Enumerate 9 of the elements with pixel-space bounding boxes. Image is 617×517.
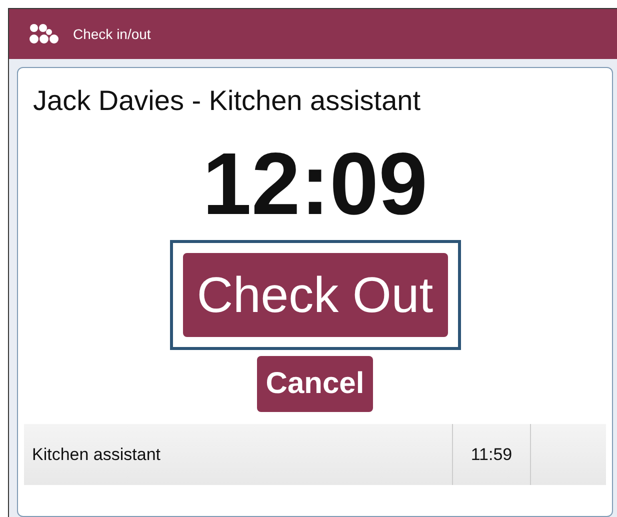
time-cell-text: 11:59: [470, 444, 512, 466]
logo-icon: [29, 23, 61, 45]
clock-time: 12:09: [202, 136, 428, 232]
app-title: Check in/out: [73, 24, 151, 44]
employee-title: Jack Davies - Kitchen assistant: [33, 84, 420, 118]
role-cell-text: Kitchen assistant: [32, 444, 161, 466]
shift-row[interactable]: Kitchen assistant 11:59: [24, 424, 606, 485]
check-out-button[interactable]: Check Out: [182, 253, 448, 337]
cancel-button[interactable]: Cancel: [256, 356, 374, 412]
